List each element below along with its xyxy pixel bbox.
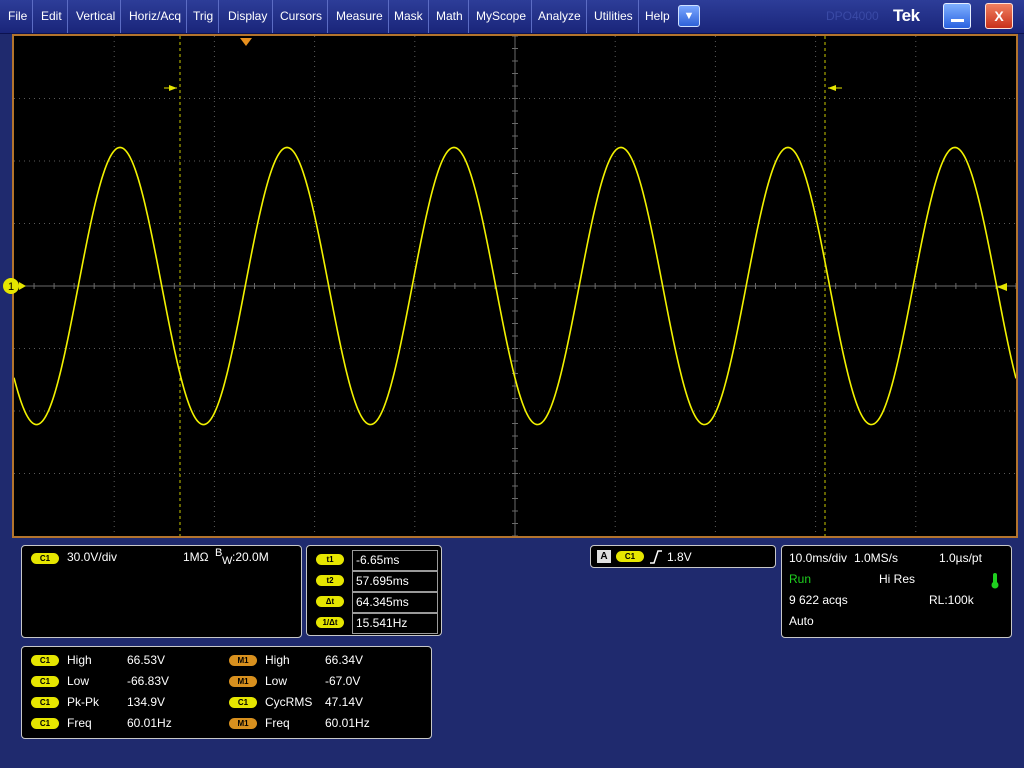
channel-bandwidth: :20.0M [232,550,269,564]
sample-rate: 1.0MS/s [854,551,899,565]
measurement-value: 66.53V [127,653,166,667]
cursor-t1-badge: t1 [316,554,344,565]
channel-badge: C1 [31,553,59,564]
measurement-source-badge: C1 [31,718,59,729]
minimize-button[interactable] [943,3,971,29]
resolution: 1.0µs/pt [939,551,982,565]
tek-logo: Tek [893,6,920,25]
cursor-t2-badge: t2 [316,575,344,586]
measurement-name: CycRMS [265,695,313,709]
measurement-source-badge: M1 [229,655,257,666]
menu-cursors[interactable]: Cursors [275,0,329,33]
waveform-frame [12,34,1018,538]
trigger-channel-badge: C1 [616,551,644,562]
menu-analyze[interactable]: Analyze [533,0,587,33]
thermometer-icon [991,573,999,589]
trigger-mode: Auto [789,614,814,628]
cursor-inverse-delta-value: 15.541Hz [352,613,438,634]
measurement-value: 47.14V [325,695,364,709]
close-icon: X [994,8,1004,24]
graticule [14,36,1016,536]
menu-file[interactable]: File [3,0,34,33]
measurement-source-badge: C1 [31,697,59,708]
menu-display[interactable]: Display [223,0,274,33]
measurement-source-badge: C1 [31,676,59,687]
cursor-t1-value: -6.65ms [352,550,438,571]
menu-horiz-acq[interactable]: Horiz/Acq [124,0,188,33]
channel-scale: 30.0V/div [67,550,118,564]
measurement-name: Freq [67,716,92,730]
measurement-value: -67.0V [325,674,361,688]
measurement-source-badge: M1 [229,676,257,687]
acquisition-mode: Hi Res [879,572,916,586]
measurement-name: Freq [265,716,290,730]
menu-mask[interactable]: Mask [389,0,429,33]
close-button[interactable]: X [985,3,1013,29]
run-state: Run [789,572,812,586]
measurement-value: 60.01Hz [325,716,370,730]
measurement-value: 134.9V [127,695,166,709]
menu-bar: File Edit Vertical Horiz/Acq Trig Displa… [0,0,1024,34]
model-watermark: DPO4000 [826,9,879,23]
measurement-value: -66.83V [127,674,170,688]
measurement-value: 60.01Hz [127,716,172,730]
acquisition-panel[interactable]: 10.0ms/div 1.0MS/s 1.0µs/pt Run Hi Res 9… [781,545,1012,638]
trigger-level-marker-icon[interactable] [997,283,1007,291]
timebase: 10.0ms/div [789,551,848,565]
measurements-panel[interactable]: C1 High 66.53V M1 High 66.34V C1 Low -66… [21,646,432,739]
trigger-panel[interactable]: A C1 1.8V [590,545,776,568]
measurement-name: Low [265,674,288,688]
measurement-source-badge: C1 [31,655,59,666]
measurement-name: High [265,653,290,667]
channel-settings-panel[interactable]: C1 30.0V/div 1MΩ B W :20.0M [21,545,302,638]
cursor-t2-value: 57.695ms [352,571,438,592]
channel-impedance: 1MΩ [183,550,209,564]
menu-help[interactable]: Help [640,0,675,33]
minimize-icon [951,19,964,22]
measurement-value: 66.34V [325,653,364,667]
svg-text:1: 1 [8,281,14,293]
cursor-delta-badge: Δt [316,596,344,607]
bandwidth-w: W [222,555,233,567]
measurement-name: High [67,653,92,667]
trigger-position-marker-icon[interactable] [240,38,252,46]
cursor-readout-panel[interactable]: t1 -6.65ms t2 57.695ms Δt 64.345ms 1/Δt … [306,545,442,636]
menu-dropdown-button[interactable]: ▼ [678,5,700,27]
trigger-level: 1.8V [667,550,692,564]
trigger-a-label: A [597,550,611,563]
cursor-inverse-delta-badge: 1/Δt [316,617,344,628]
measurement-name: Pk-Pk [67,695,100,709]
rising-edge-icon [650,550,662,564]
measurement-name: Low [67,674,90,688]
menu-trig[interactable]: Trig [188,0,220,33]
menu-measure[interactable]: Measure [331,0,389,33]
cursor-delta-value: 64.345ms [352,592,438,613]
acquisition-count: 9 622 acqs [789,593,848,607]
menu-math[interactable]: Math [431,0,469,33]
channel-1-marker[interactable]: 1 [2,276,32,296]
chevron-down-icon: ▼ [683,10,695,22]
menu-utilities[interactable]: Utilities [589,0,639,33]
menu-vertical[interactable]: Vertical [71,0,122,33]
menu-edit[interactable]: Edit [36,0,68,33]
menu-myscope[interactable]: MyScope [471,0,533,33]
waveform-display[interactable] [14,36,1016,536]
measurement-source-badge: M1 [229,718,257,729]
measurement-source-badge: C1 [229,697,257,708]
record-length: RL:100k [929,593,974,607]
